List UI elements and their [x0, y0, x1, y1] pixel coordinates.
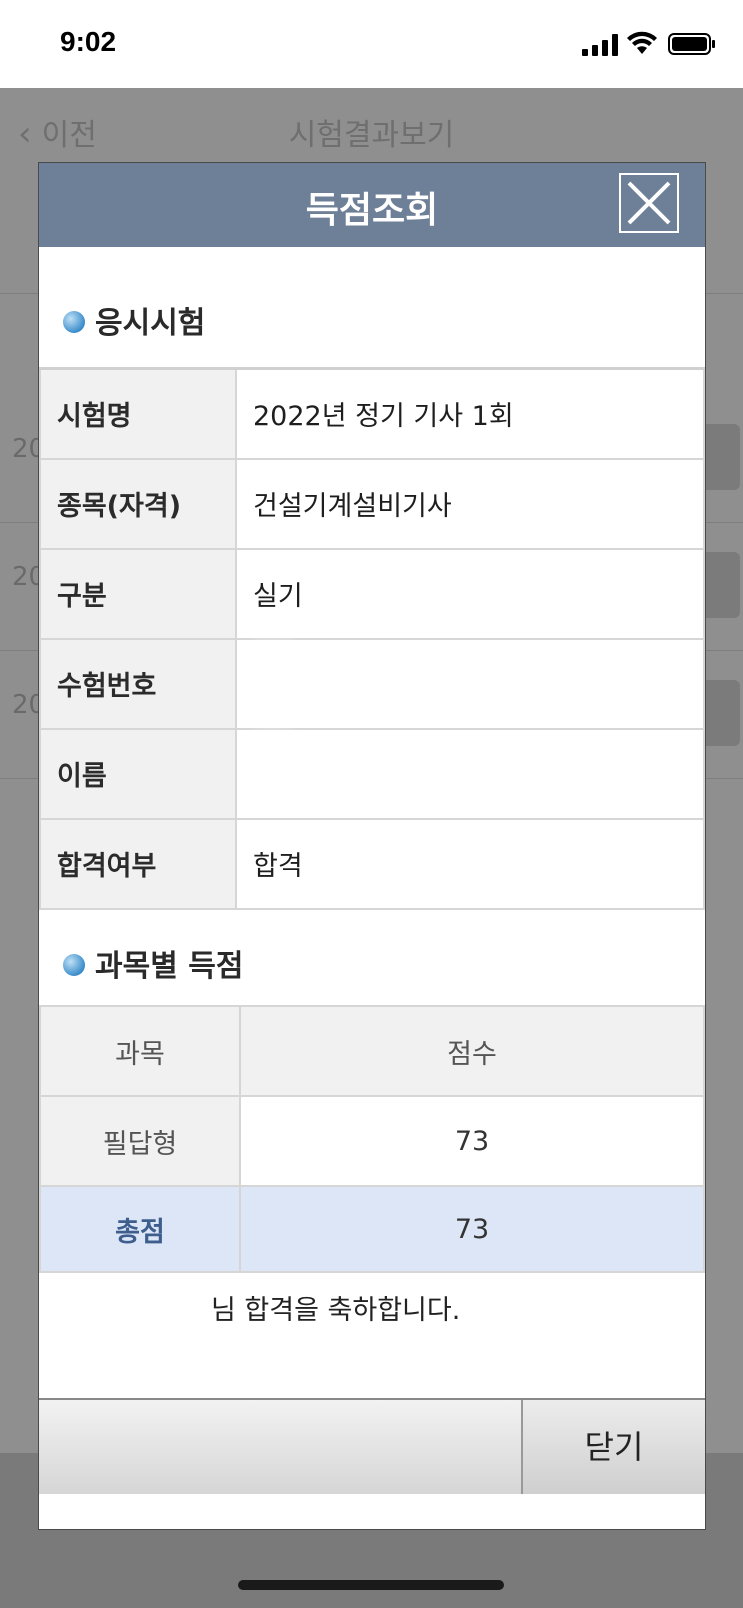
table-row: 합격여부 합격	[39, 817, 705, 910]
home-indicator[interactable]	[238, 1580, 504, 1590]
exam-info-table: 시험명 2022년 정기 기사 1회 종목(자격) 건설기계설비기사 구분 실기…	[39, 367, 705, 910]
status-bar: 9:02	[0, 0, 743, 88]
cellular-signal-icon	[582, 34, 618, 56]
battery-icon	[668, 33, 715, 55]
subject-cell: 필답형	[39, 1095, 241, 1187]
footer-spacer	[39, 1400, 523, 1494]
column-header-score: 점수	[239, 1005, 705, 1097]
column-header-subject: 과목	[39, 1005, 241, 1097]
table-header-row: 과목 점수	[39, 1005, 705, 1097]
total-row: 총점 73	[39, 1185, 705, 1273]
redacted-name-blur	[79, 1281, 229, 1321]
field-value: 2022년 정기 기사 1회	[235, 367, 705, 460]
score-section-title: 과목별 득점	[63, 941, 243, 985]
field-value: 실기	[235, 547, 705, 640]
close-x-icon	[627, 181, 671, 225]
list-item-button	[700, 680, 740, 746]
table-row: 구분 실기	[39, 547, 705, 640]
background-header: ‹ 이전 시험결과보기	[0, 88, 743, 172]
field-label: 구분	[39, 547, 237, 640]
field-label: 합격여부	[39, 817, 237, 910]
close-button[interactable]: 닫기	[523, 1400, 705, 1494]
table-row: 종목(자격) 건설기계설비기사	[39, 457, 705, 550]
redacted-blur	[253, 735, 293, 805]
field-value: 건설기계설비기사	[235, 457, 705, 550]
field-value: 합격	[235, 817, 705, 910]
field-label: 종목(자격)	[39, 457, 237, 550]
modal-header: 득점조회	[39, 163, 705, 247]
field-label: 이름	[39, 727, 237, 820]
list-item-button	[700, 552, 740, 618]
exam-section-label: 응시시험	[95, 306, 206, 341]
score-section-label: 과목별 득점	[95, 949, 244, 984]
close-icon[interactable]	[619, 173, 679, 233]
redacted-blur	[253, 645, 293, 715]
bullet-icon	[63, 953, 85, 976]
congrats-message: 님 합격을 축하합니다.	[211, 1295, 461, 1326]
field-value-redacted	[235, 727, 705, 820]
field-value-redacted	[235, 637, 705, 730]
table-row: 이름	[39, 727, 705, 820]
field-label: 시험명	[39, 367, 237, 460]
field-label: 수험번호	[39, 637, 237, 730]
score-cell: 73	[239, 1095, 705, 1187]
status-time: 9:02	[60, 26, 117, 57]
list-item-button	[700, 424, 740, 490]
exam-section-title: 응시시험	[63, 298, 205, 342]
table-row: 시험명 2022년 정기 기사 1회	[39, 367, 705, 460]
table-row: 수험번호	[39, 637, 705, 730]
total-label: 총점	[39, 1185, 241, 1273]
total-score: 73	[239, 1185, 705, 1273]
modal-footer: 닫기	[39, 1398, 705, 1494]
bullet-icon	[63, 310, 85, 333]
modal-title: 득점조회	[305, 190, 439, 231]
table-row: 필답형 73	[39, 1095, 705, 1187]
wifi-icon	[627, 31, 657, 54]
score-table: 과목 점수 필답형 73 총점 73	[39, 1005, 705, 1273]
score-modal: 득점조회 응시시험 시험명 2022년 정기 기사 1회 종목(자격) 건설기계…	[38, 162, 706, 1530]
background-title: 시험결과보기	[288, 118, 455, 153]
